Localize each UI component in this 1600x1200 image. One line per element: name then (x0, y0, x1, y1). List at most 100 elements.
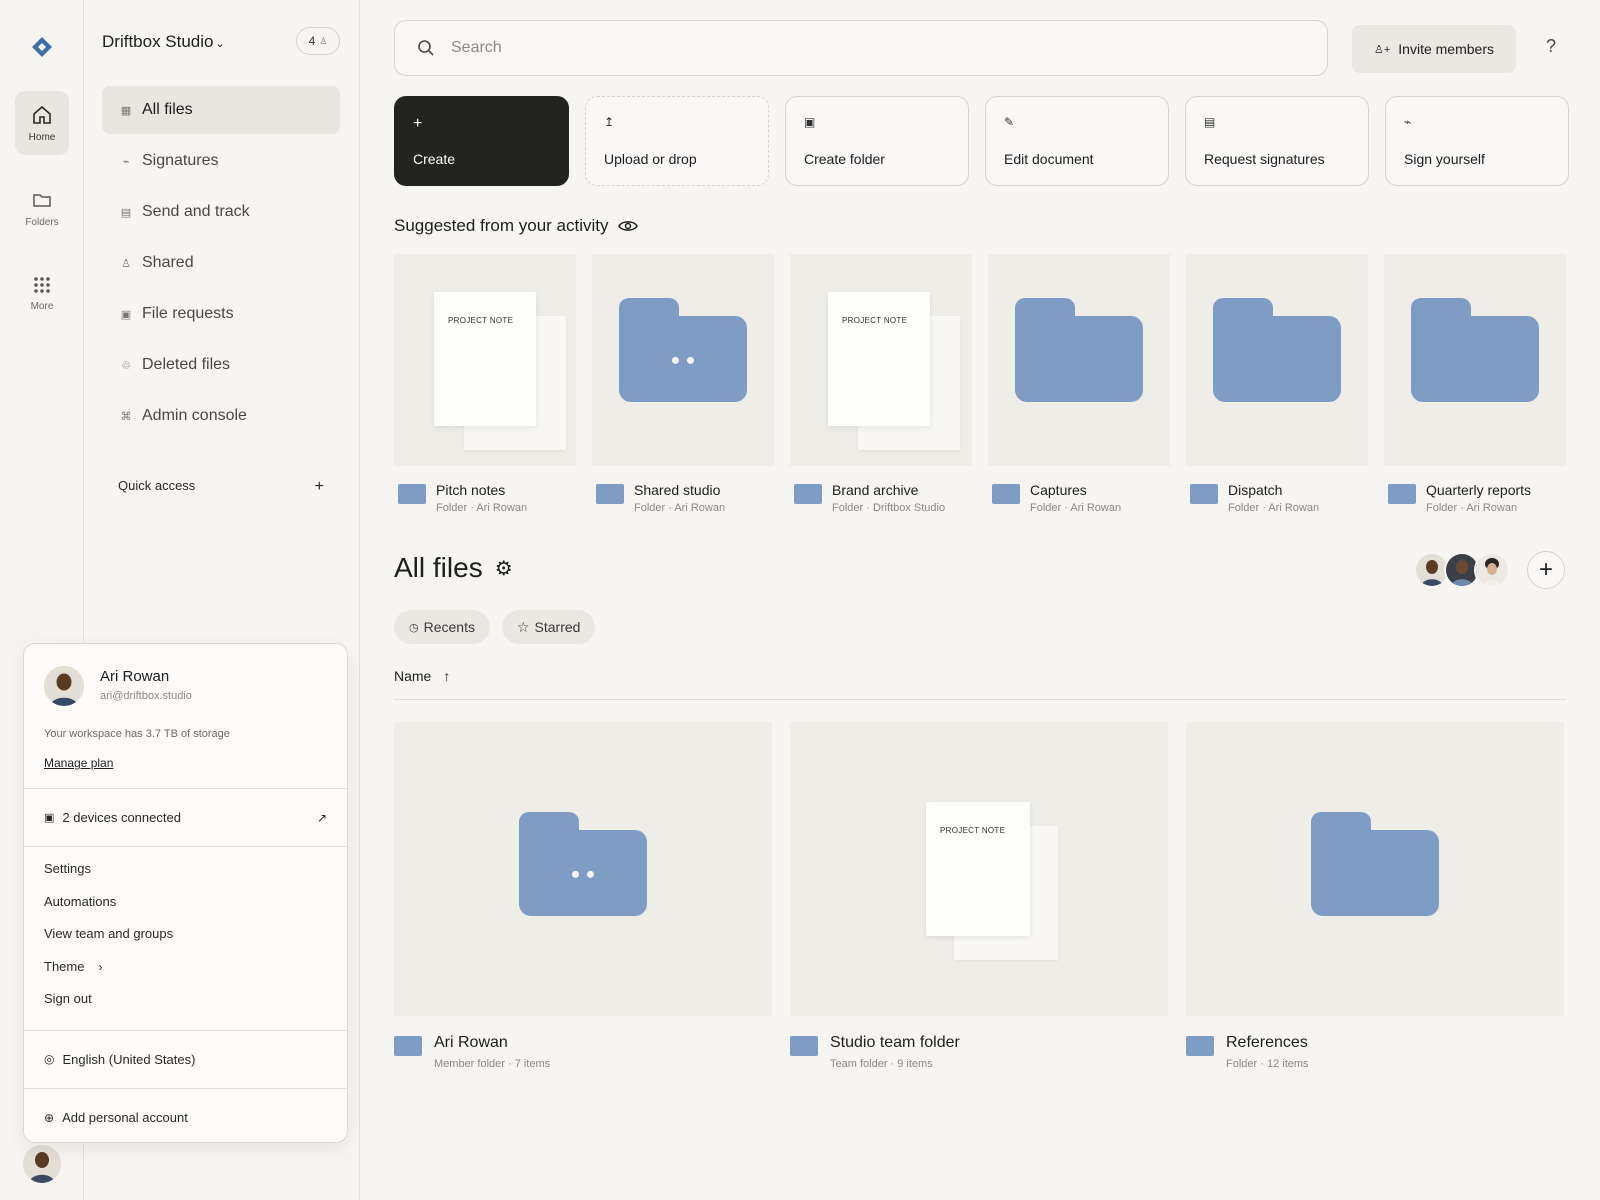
add-account-label: Add personal account (62, 1110, 188, 1125)
rail-item-folders[interactable]: Folders (15, 176, 69, 240)
create-button[interactable]: + Create (394, 96, 569, 186)
sidebar-item-send-and-track[interactable]: ▤ Send and track (102, 188, 340, 236)
folder-preview (1213, 298, 1341, 402)
page-title: All files ⚙ (394, 552, 513, 584)
folder-icon (394, 1036, 422, 1056)
folder-preview (619, 298, 747, 402)
request-signatures-button[interactable]: ▤ Request signatures (1185, 96, 1369, 186)
eye-icon[interactable] (618, 219, 639, 233)
sidebar-item-label: File requests (142, 305, 234, 322)
menu-item-label: Theme (44, 958, 85, 974)
language-label: English (United States) (62, 1051, 196, 1067)
suggested-card[interactable]: Shared studio Folder · Ari Rowan (592, 254, 774, 514)
sort-label: Name (394, 668, 432, 684)
suggested-card[interactable]: Quarterly reports Folder · Ari Rowan (1384, 254, 1566, 514)
app-logo-icon[interactable] (31, 36, 53, 58)
signature-icon: ⌁ (1404, 115, 1412, 129)
file-meta: Dispatch Folder · Ari Rowan (1186, 482, 1368, 514)
file-meta: Studio team folder Team folder · 9 items (790, 1034, 1168, 1070)
edit-document-button[interactable]: ✎ Edit document (985, 96, 1169, 186)
file-card[interactable]: Ari Rowan Member folder · 7 items (394, 722, 772, 1070)
file-subtitle: Folder · Ari Rowan (1426, 502, 1518, 514)
quick-access-label: Quick access (118, 478, 196, 493)
sidebar-item-label: Shared (142, 254, 194, 271)
sidebar-item-label: Deleted files (142, 356, 231, 373)
menu-item-theme[interactable]: Theme › (44, 959, 327, 992)
file-thumbnail (1384, 254, 1566, 466)
sidebar-item-admin-console[interactable]: ⌘ Admin console (102, 392, 340, 440)
upload-button[interactable]: ↥ Upload or drop (585, 96, 769, 186)
sidebar-item-label: All files (142, 101, 193, 118)
storage-text: Your workspace has 3.7 TB of storage (44, 728, 230, 740)
file-subtitle: Folder · Ari Rowan (1030, 502, 1122, 514)
file-thumbnail (394, 722, 772, 1016)
help-button[interactable]: ? (1546, 36, 1556, 57)
chevron-right-icon: › (98, 959, 103, 974)
file-card[interactable]: References Folder · 12 items (1186, 722, 1564, 1070)
language-selector[interactable]: ◎ English (United States) (24, 1031, 347, 1089)
suggested-card[interactable]: Dispatch Folder · Ari Rowan (1186, 254, 1368, 514)
rail-item-more[interactable]: More (15, 261, 69, 325)
chip-starred[interactable]: ☆ Starred (501, 610, 596, 644)
file-subtitle: Team folder · 9 items (830, 1058, 933, 1070)
manage-plan-link[interactable]: Manage plan (44, 756, 113, 770)
quick-access-add-button[interactable]: + (315, 478, 324, 496)
invite-members-button[interactable]: ♙+ Invite members (1352, 25, 1516, 73)
arrow-up-icon: ↑ (443, 668, 451, 684)
suggested-card[interactable]: PROJECT NOTE Brand archive Folder · Drif… (790, 254, 972, 514)
grid-icon (34, 276, 50, 293)
create-folder-button[interactable]: ▣ Create folder (785, 96, 969, 186)
menu-item-automations[interactable]: Automations (44, 894, 327, 927)
sign-yourself-button[interactable]: ⌁ Sign yourself (1385, 96, 1569, 186)
sidebar-item-deleted-files[interactable]: ♲ Deleted files (102, 341, 340, 389)
workspace-switcher[interactable]: Driftbox Studio ⌄ (102, 32, 225, 52)
menu-item-view-team[interactable]: View team and groups (44, 926, 327, 959)
folder-preview (1311, 812, 1439, 916)
folder-icon (596, 484, 624, 504)
gear-icon[interactable]: ⚙ (495, 556, 513, 581)
file-thumbnail: PROJECT NOTE (394, 254, 576, 466)
member-count-badge[interactable]: 4 ♙ (296, 27, 340, 55)
files-grid: Ari Rowan Member folder · 7 items PROJEC… (394, 722, 1564, 1070)
member-count: 4 (308, 34, 316, 48)
rail-label: Folders (25, 216, 59, 228)
document-preview: PROJECT NOTE (926, 802, 1030, 936)
action-label: Create folder (804, 151, 885, 167)
file-card[interactable]: PROJECT NOTE Studio team folder Team fol… (790, 722, 1168, 1070)
chip-recents[interactable]: ◷ Recents (394, 610, 490, 644)
devices-connected-item[interactable]: ▣ 2 devices connected ↗ (24, 789, 347, 847)
suggested-card[interactable]: Captures Folder · Ari Rowan (988, 254, 1170, 514)
sidebar-item-signatures[interactable]: ⌁ Signatures (102, 137, 340, 185)
add-person-icon: ♙+ (1374, 43, 1391, 56)
person-icon: ♙ (319, 35, 328, 46)
sort-name-button[interactable]: Name ↑ (394, 668, 450, 684)
folder-preview (1015, 298, 1143, 402)
file-subtitle: Folder · Ari Rowan (1228, 502, 1320, 514)
signature-icon: ⌁ (122, 155, 130, 168)
action-label: Create (413, 151, 456, 167)
member-avatars[interactable] (1414, 552, 1510, 588)
suggested-card[interactable]: PROJECT NOTE Pitch notes Folder · Ari Ro… (394, 254, 576, 514)
star-icon: ☆ (516, 618, 530, 635)
suggested-title: Suggested from your activity (394, 216, 609, 235)
chip-label: Recents (423, 619, 475, 635)
sidebar-item-all-files[interactable]: ▦ All files (102, 86, 340, 134)
folder-icon (790, 1036, 818, 1056)
add-member-button[interactable]: + (1527, 551, 1565, 589)
file-meta: Shared studio Folder · Ari Rowan (592, 482, 774, 514)
search-bar[interactable]: Search (394, 20, 1328, 76)
grid-list-icon: ▦ (120, 104, 132, 117)
globe-icon: ◎ (44, 1052, 55, 1066)
search-icon (418, 40, 434, 56)
document-label: PROJECT NOTE (842, 316, 908, 325)
search-input[interactable]: Search (451, 39, 502, 57)
user-avatar[interactable] (23, 1145, 61, 1183)
add-personal-account-button[interactable]: ⊕ Add personal account (24, 1089, 347, 1147)
sidebar-item-shared[interactable]: ♙ Shared (102, 239, 340, 287)
rail-item-home[interactable]: Home (15, 91, 69, 155)
sidebar-nav: ▦ All files ⌁ Signatures ▤ Send and trac… (102, 86, 340, 443)
menu-item-sign-out[interactable]: Sign out (44, 991, 327, 1024)
all-files-title: All files (394, 552, 483, 583)
menu-item-settings[interactable]: Settings (44, 861, 327, 894)
sidebar-item-file-requests[interactable]: ▣ File requests (102, 290, 340, 338)
